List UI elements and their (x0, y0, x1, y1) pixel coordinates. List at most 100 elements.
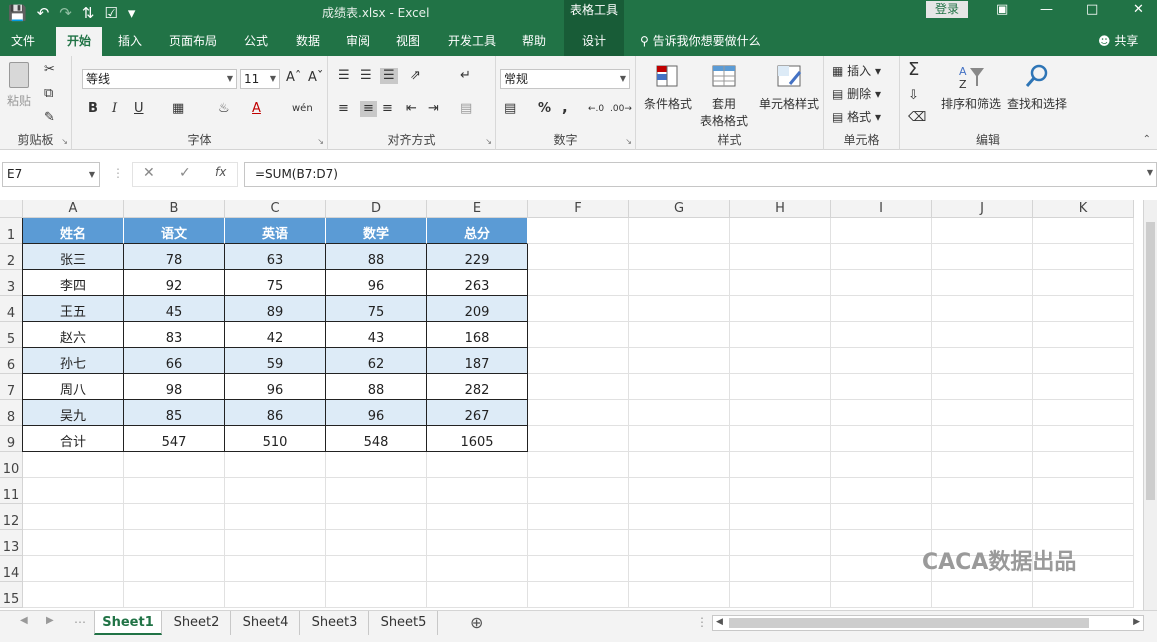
cell-g3[interactable] (629, 270, 730, 296)
scroll-left-icon[interactable]: ◀ (716, 617, 723, 627)
cell-i15[interactable] (831, 582, 932, 608)
cell-h6[interactable] (730, 348, 831, 374)
tab-page-layout[interactable]: 页面布局 (160, 27, 226, 56)
cell-e3[interactable]: 263 (427, 270, 528, 296)
cell-e7[interactable]: 282 (427, 374, 528, 400)
format-cells-button[interactable]: ▤ 格式 ▾ (832, 108, 881, 125)
cell-b3[interactable]: 92 (124, 270, 225, 296)
next-sheet-icon[interactable]: ▶ (46, 615, 54, 626)
row-header-5[interactable]: 5 (0, 322, 23, 348)
login-button[interactable]: 登录 (926, 1, 968, 18)
cell-a14[interactable] (23, 556, 124, 582)
insert-function-button[interactable]: fx (215, 165, 226, 179)
cell-h2[interactable] (730, 244, 831, 270)
cell-j11[interactable] (932, 478, 1033, 504)
cell-i11[interactable] (831, 478, 932, 504)
cell-d2[interactable]: 88 (326, 244, 427, 270)
cell-a11[interactable] (23, 478, 124, 504)
format-as-table-button[interactable]: 套用 表格格式 (694, 62, 754, 129)
cell-g5[interactable] (629, 322, 730, 348)
borders-icon[interactable]: ▦ (172, 101, 184, 117)
cell-c5[interactable]: 42 (225, 322, 326, 348)
cell-j4[interactable] (932, 296, 1033, 322)
cell-j5[interactable] (932, 322, 1033, 348)
cell-e8[interactable]: 267 (427, 400, 528, 426)
cell-k7[interactable] (1033, 374, 1134, 400)
cell-h3[interactable] (730, 270, 831, 296)
percent-style-button[interactable]: % (538, 101, 551, 117)
select-all-corner[interactable] (0, 200, 23, 218)
cell-h12[interactable] (730, 504, 831, 530)
cell-j12[interactable] (932, 504, 1033, 530)
cell-a5[interactable]: 赵六 (23, 322, 124, 348)
row-header-15[interactable]: 15 (0, 582, 23, 608)
number-launcher-icon[interactable]: ↘ (625, 137, 632, 146)
clipboard-launcher-icon[interactable]: ↘ (61, 137, 68, 146)
cell-b6[interactable]: 66 (124, 348, 225, 374)
cell-k2[interactable] (1033, 244, 1134, 270)
merge-center-icon[interactable]: ▤ (460, 101, 472, 117)
checkbox-icon[interactable]: ☑ (104, 3, 117, 23)
align-top-icon[interactable]: ☰ (338, 68, 350, 84)
cell-f2[interactable] (528, 244, 629, 270)
cell-b14[interactable] (124, 556, 225, 582)
cell-i12[interactable] (831, 504, 932, 530)
cell-h13[interactable] (730, 530, 831, 556)
tab-home[interactable]: 开始 (56, 27, 102, 56)
cell-c3[interactable]: 75 (225, 270, 326, 296)
cell-b1[interactable]: 语文 (124, 218, 225, 244)
cell-g7[interactable] (629, 374, 730, 400)
cell-j3[interactable] (932, 270, 1033, 296)
cell-c14[interactable] (225, 556, 326, 582)
sheet-tab-1[interactable]: Sheet1 (94, 611, 162, 635)
minimize-icon[interactable]: — (1040, 2, 1053, 17)
cell-f12[interactable] (528, 504, 629, 530)
cell-j15[interactable] (932, 582, 1033, 608)
cell-i2[interactable] (831, 244, 932, 270)
cell-b12[interactable] (124, 504, 225, 530)
cell-f15[interactable] (528, 582, 629, 608)
cell-b15[interactable] (124, 582, 225, 608)
cell-h10[interactable] (730, 452, 831, 478)
enter-icon[interactable]: ✓ (179, 165, 191, 181)
align-center-icon[interactable]: ≡ (360, 101, 377, 117)
cell-c2[interactable]: 63 (225, 244, 326, 270)
cell-c9[interactable]: 510 (225, 426, 326, 452)
cell-c15[interactable] (225, 582, 326, 608)
cell-a2[interactable]: 张三 (23, 244, 124, 270)
column-header-a[interactable]: A (23, 200, 124, 218)
cell-e9[interactable]: 1605 (427, 426, 528, 452)
row-header-1[interactable]: 1 (0, 218, 23, 244)
cell-d10[interactable] (326, 452, 427, 478)
tab-split-icon[interactable]: ⋮ (696, 615, 708, 629)
cell-a3[interactable]: 李四 (23, 270, 124, 296)
cell-b10[interactable] (124, 452, 225, 478)
font-size-select[interactable]: 11 ▼ (240, 69, 280, 89)
font-name-select[interactable]: 等线 ▼ (82, 69, 237, 89)
prev-sheet-icon[interactable]: ◀ (20, 615, 28, 626)
comma-style-button[interactable]: , (562, 99, 568, 115)
row-header-12[interactable]: 12 (0, 504, 23, 530)
cell-k5[interactable] (1033, 322, 1134, 348)
cell-b7[interactable]: 98 (124, 374, 225, 400)
cell-c10[interactable] (225, 452, 326, 478)
cell-e14[interactable] (427, 556, 528, 582)
row-header-3[interactable]: 3 (0, 270, 23, 296)
sheet-menu-icon[interactable]: ⋯ (74, 615, 86, 629)
column-header-b[interactable]: B (124, 200, 225, 218)
cell-c4[interactable]: 89 (225, 296, 326, 322)
cell-b8[interactable]: 85 (124, 400, 225, 426)
cell-j9[interactable] (932, 426, 1033, 452)
cell-b13[interactable] (124, 530, 225, 556)
row-header-6[interactable]: 6 (0, 348, 23, 374)
cell-a9[interactable]: 合计 (23, 426, 124, 452)
cell-g1[interactable] (629, 218, 730, 244)
cell-b5[interactable]: 83 (124, 322, 225, 348)
decrease-decimal-icon[interactable]: .00→ (610, 101, 632, 117)
vertical-scrollbar[interactable] (1143, 200, 1157, 610)
cell-e15[interactable] (427, 582, 528, 608)
cell-k6[interactable] (1033, 348, 1134, 374)
cell-h15[interactable] (730, 582, 831, 608)
increase-indent-icon[interactable]: ⇥ (428, 101, 439, 117)
decrease-font-icon[interactable]: Aˇ (308, 70, 323, 86)
